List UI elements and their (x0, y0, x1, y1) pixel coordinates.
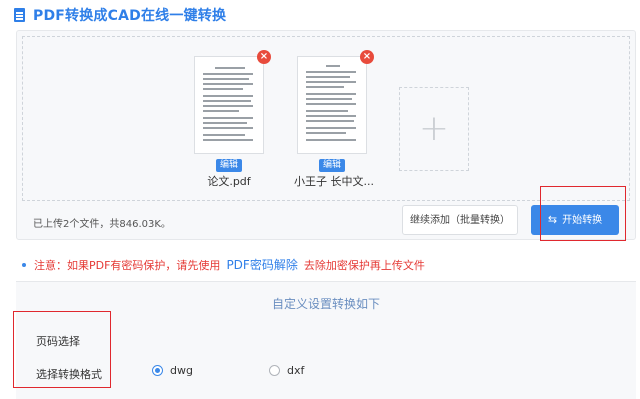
format-radio-dxf[interactable]: dxf (269, 364, 304, 377)
settings-panel: 自定义设置转换如下 页码选择 选择转换格式 dwg dxf (13, 281, 636, 399)
format-option-label: dwg (170, 364, 193, 377)
file-card: × 编辑 小王子 长中文... (294, 50, 374, 189)
remove-file-icon[interactable]: × (257, 50, 271, 64)
edit-file-button[interactable]: 编辑 (216, 159, 242, 172)
page-header: PDF转换成CAD在线一键转换 (14, 6, 226, 24)
page-title: PDF转换成CAD在线一键转换 (33, 8, 227, 24)
file-thumbnail[interactable] (194, 56, 264, 154)
plus-icon: + (418, 108, 450, 149)
settings-title: 自定义设置转换如下 (271, 297, 380, 311)
notice-prefix: 注意：如果PDF有密码保护，请先使用 (34, 258, 221, 272)
radio-unselected-icon[interactable] (269, 365, 280, 376)
file-card: × 编辑 论文.pdf (191, 50, 271, 189)
file-name: 论文.pdf (207, 175, 251, 188)
upload-summary: 已上传2个文件，共846.03K。 (33, 219, 171, 230)
add-file-button[interactable]: + (399, 87, 469, 171)
pdf-unlock-link[interactable]: PDF密码解除 (226, 256, 297, 273)
file-drop-zone[interactable]: × 编辑 论文.pdf × 编辑 小王子 长中文... + (22, 36, 630, 201)
password-notice: 注意：如果PDF有密码保护，请先使用 PDF密码解除 去除加密保护再上传文件 (22, 256, 425, 273)
document-icon (14, 8, 25, 22)
highlight-box-start (540, 186, 626, 241)
bullet-dot (22, 262, 26, 267)
continue-add-button[interactable]: 继续添加（批量转换） (402, 205, 518, 235)
highlight-box-settings (13, 311, 111, 388)
file-thumbnail[interactable] (297, 56, 367, 154)
file-name: 小王子 长中文... (294, 175, 374, 188)
remove-file-icon[interactable]: × (360, 50, 374, 64)
edit-file-button[interactable]: 编辑 (319, 159, 345, 172)
notice-suffix: 去除加密保护再上传文件 (303, 258, 425, 272)
format-option-label: dxf (287, 364, 305, 377)
radio-selected-icon[interactable] (152, 365, 163, 376)
format-radio-dwg[interactable]: dwg (152, 364, 193, 377)
